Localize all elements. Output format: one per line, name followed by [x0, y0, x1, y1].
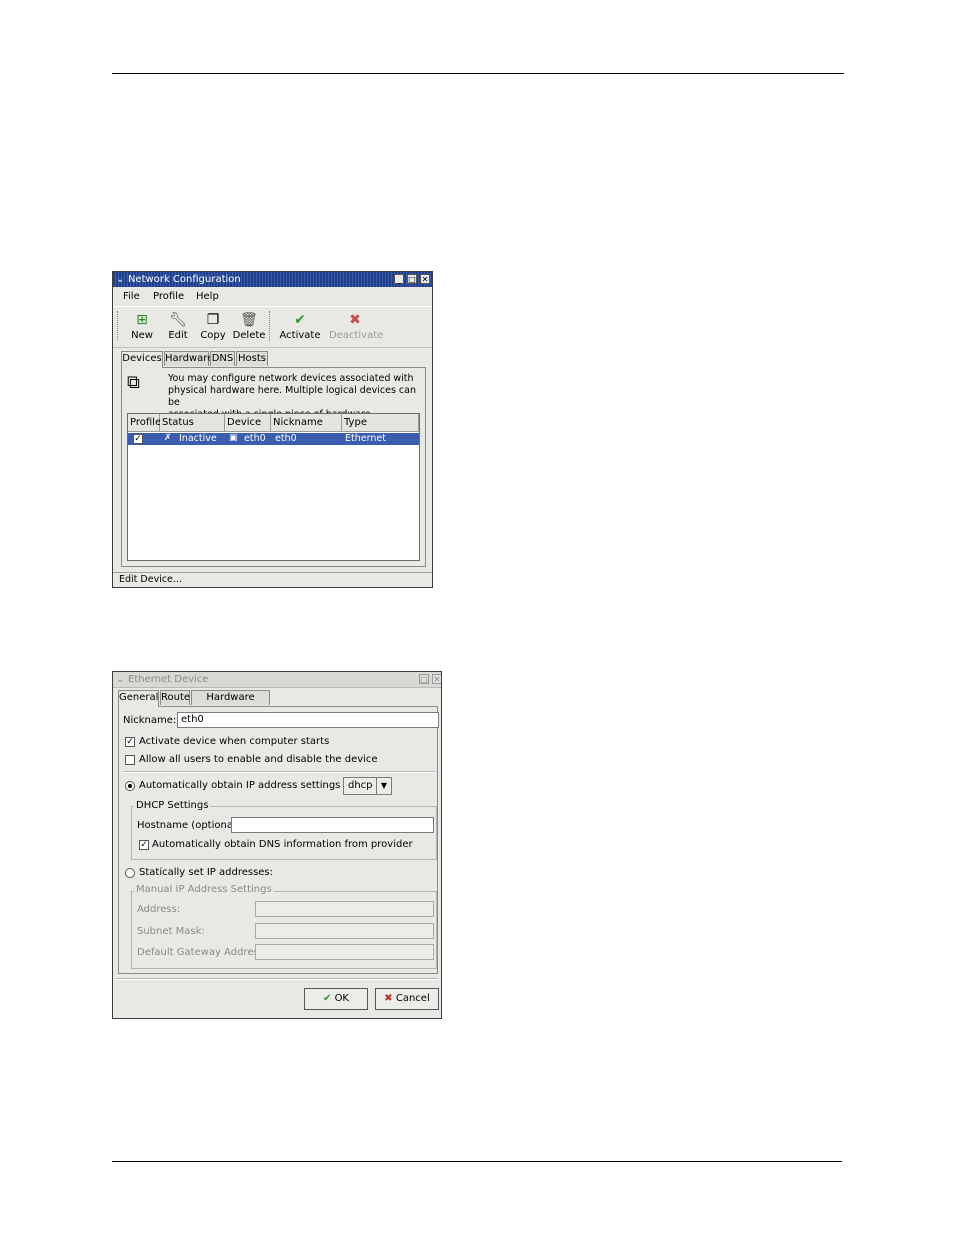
- deactivate-button[interactable]: ✖ Deactivate: [329, 311, 383, 341]
- table-row[interactable]: ✓ ✗ Inactive ▣ eth0 eth0 Ethernet: [128, 433, 419, 445]
- static-ip-label: Statically set IP addresses:: [139, 867, 274, 878]
- column-device[interactable]: Device: [225, 414, 271, 432]
- trash-icon: 🗑︎: [240, 312, 258, 328]
- status-bar: Edit Device...: [113, 572, 432, 587]
- menu-help[interactable]: Help: [196, 291, 219, 302]
- maximize-icon[interactable]: □: [419, 674, 429, 684]
- activate-on-start-checkbox[interactable]: ✓: [125, 737, 135, 747]
- copy-icon: ❐: [206, 312, 220, 328]
- window-title: Ethernet Device: [128, 674, 209, 685]
- auto-dns-label: Automatically obtain DNS information fro…: [152, 839, 413, 850]
- tab-hosts[interactable]: Hosts: [236, 351, 268, 366]
- toolbar-grip[interactable]: [117, 311, 120, 341]
- manual-ip-settings-title: Manual IP Address Settings: [134, 884, 274, 895]
- title-bar[interactable]: ⌄ Network Configuration _ □ ✕: [113, 272, 432, 287]
- row-status: Inactive: [179, 433, 217, 444]
- menu-bar: File Profile Help: [113, 287, 432, 305]
- row-type: Ethernet: [345, 433, 386, 444]
- menu-file[interactable]: File: [123, 291, 140, 302]
- column-nickname[interactable]: Nickname: [271, 414, 342, 432]
- copy-button[interactable]: ❐ Copy: [199, 311, 227, 341]
- network-devices-icon: ⧉: [127, 372, 140, 393]
- ok-button[interactable]: ✔ OK: [304, 988, 368, 1010]
- cancel-button[interactable]: ✖ Cancel: [375, 988, 439, 1010]
- dhcp-settings-title: DHCP Settings: [134, 800, 211, 811]
- tab-dns[interactable]: DNS: [210, 351, 235, 366]
- address-label: Address:: [137, 904, 181, 915]
- row-device: eth0: [244, 433, 266, 444]
- gateway-label: Default Gateway Address:: [137, 947, 268, 958]
- activate-button[interactable]: ✔ Activate: [278, 311, 322, 341]
- separator: [123, 771, 435, 773]
- nickname-input[interactable]: eth0: [177, 712, 439, 728]
- auto-ip-label: Automatically obtain IP address settings…: [139, 780, 369, 791]
- tab-devices[interactable]: Devices: [121, 351, 163, 368]
- auto-dns-checkbox[interactable]: ✓: [139, 840, 149, 850]
- general-panel: Nickname: eth0 ✓ Activate device when co…: [118, 706, 439, 974]
- column-profile[interactable]: Profile: [128, 414, 161, 432]
- chevron-down-icon: ▼: [376, 778, 391, 794]
- allow-users-checkbox[interactable]: [125, 755, 135, 765]
- ip-method-dropdown[interactable]: dhcp ▼: [343, 777, 392, 795]
- hostname-input[interactable]: [231, 817, 434, 833]
- check-icon: ✔: [294, 312, 306, 328]
- window-menu-icon[interactable]: ⌄: [116, 674, 124, 685]
- devices-panel: ⧉ You may configure network devices asso…: [121, 367, 426, 567]
- edit-button[interactable]: 🔧︎ Edit: [164, 311, 192, 341]
- subnet-mask-input[interactable]: [255, 923, 434, 939]
- top-rule: [112, 73, 844, 74]
- ethernet-device-window: ⌄ Ethernet Device □ ✕ General Route Hard…: [112, 671, 442, 1019]
- allow-users-label: Allow all users to enable and disable th…: [139, 754, 378, 765]
- toolbar: ⊞ New 🔧︎ Edit ❐ Copy 🗑︎ Delete ✔ Activat…: [113, 306, 432, 348]
- row-nickname: eth0: [275, 433, 297, 444]
- column-type[interactable]: Type: [342, 414, 419, 432]
- title-bar[interactable]: ⌄ Ethernet Device □ ✕: [113, 672, 441, 688]
- cross-icon: ✖: [384, 993, 393, 1004]
- maximize-icon[interactable]: □: [407, 274, 417, 284]
- address-input[interactable]: [255, 901, 434, 917]
- check-icon: ✔: [322, 993, 332, 1004]
- tab-route[interactable]: Route: [160, 690, 190, 705]
- new-icon: ⊞: [136, 312, 148, 328]
- button-separator: [116, 978, 438, 980]
- close-icon[interactable]: ✕: [420, 274, 430, 284]
- close-icon[interactable]: ✕: [432, 674, 441, 684]
- toolbar-grip-2[interactable]: [269, 311, 272, 341]
- new-button[interactable]: ⊞ New: [128, 311, 156, 341]
- bottom-rule: [112, 1161, 842, 1162]
- minimize-icon[interactable]: _: [394, 274, 404, 284]
- dhcp-settings-group: [131, 806, 437, 860]
- delete-button[interactable]: 🗑︎ Delete: [232, 311, 266, 341]
- cross-icon: ✖: [349, 312, 361, 328]
- ethernet-card-icon: ▣: [229, 433, 238, 443]
- nickname-label: Nickname:: [123, 715, 177, 726]
- column-status[interactable]: Status: [160, 414, 225, 432]
- window-title: Network Configuration: [128, 274, 241, 285]
- menu-profile[interactable]: Profile: [153, 291, 184, 302]
- inactive-status-icon: ✗: [164, 433, 172, 443]
- activate-on-start-label: Activate device when computer starts: [139, 736, 330, 747]
- auto-ip-radio[interactable]: [125, 781, 135, 791]
- hostname-label: Hostname (optional):: [137, 820, 244, 831]
- tab-general[interactable]: General: [118, 690, 159, 707]
- tab-hardware-device[interactable]: Hardware Device: [191, 690, 270, 717]
- subnet-mask-label: Subnet Mask:: [137, 926, 205, 937]
- profile-checkbox[interactable]: ✓: [133, 434, 143, 444]
- static-ip-radio[interactable]: [125, 868, 135, 878]
- network-configuration-window: ⌄ Network Configuration _ □ ✕ File Profi…: [112, 271, 433, 588]
- window-menu-icon[interactable]: ⌄: [116, 274, 124, 285]
- gateway-input[interactable]: [255, 944, 434, 960]
- tab-hardware[interactable]: Hardware: [164, 351, 213, 366]
- devices-table[interactable]: Profile Status Device Nickname Type ✓ ✗ …: [127, 413, 420, 561]
- wrench-icon: 🔧︎: [169, 312, 187, 328]
